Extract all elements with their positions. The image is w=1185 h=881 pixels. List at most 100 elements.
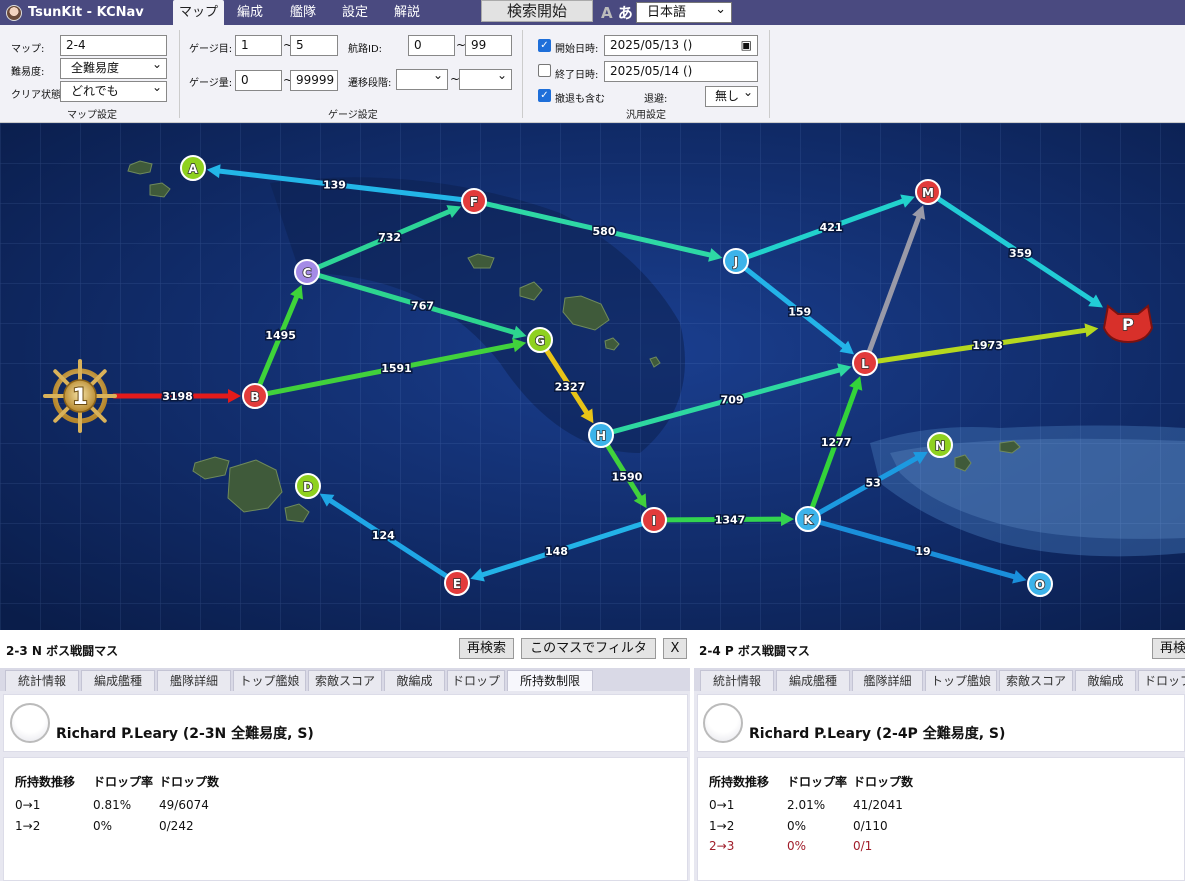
start-date-input[interactable]: 2025/05/13 () ▣ [604, 35, 758, 56]
map-node-G[interactable]: G [527, 327, 553, 353]
tab-top-ships[interactable]: トップ艦娘 [233, 670, 306, 691]
tab-stats[interactable]: 統計情報 [700, 670, 774, 691]
tab-los-score[interactable]: 索敵スコア [308, 670, 382, 691]
tab-drops[interactable]: ドロップ [447, 670, 505, 691]
difficulty-select[interactable]: 全難易度 [60, 55, 167, 79]
tab-fleet[interactable]: 艦隊 [276, 0, 330, 25]
tab-fleet-composition[interactable]: 編成 [224, 0, 276, 25]
map-node-J[interactable]: J [723, 248, 749, 274]
route-count-label: 1495 [265, 329, 296, 342]
tab-map[interactable]: マップ [173, 0, 224, 25]
table-cell: 2.01% [787, 798, 826, 812]
node-label: M [922, 186, 934, 200]
map-node-K[interactable]: K [795, 506, 821, 532]
tab-enemy-fleet[interactable]: 敵編成 [1075, 670, 1136, 691]
transition-stage-max-select[interactable] [459, 66, 512, 90]
research-button-left[interactable]: 再検索 [459, 638, 514, 659]
gauge-number-max-input[interactable]: 5 [290, 35, 338, 56]
transition-stage-min-select[interactable] [396, 66, 448, 90]
tab-ownership-limit[interactable]: 所持数制限 [507, 670, 593, 691]
map-node-1[interactable]: 1 [43, 359, 117, 433]
font-toggle[interactable]: A あ [601, 2, 633, 23]
difficulty-label: 難易度: [11, 67, 45, 78]
col-header: ドロップ率 [787, 775, 848, 789]
start-date-label: 開始日時: [555, 44, 599, 55]
map-node-A[interactable]: A [180, 155, 206, 181]
tab-fleet-details[interactable]: 艦隊詳細 [852, 670, 923, 691]
panel-title-right: 2-4 P ボス戦闘マス [699, 644, 810, 658]
end-date-label: 終了日時: [555, 70, 599, 81]
clear-state-select[interactable]: どれでも [60, 78, 167, 102]
table-cell: 0% [787, 819, 807, 833]
route-count-label: 1347 [715, 514, 746, 527]
map-label: マップ: [11, 44, 45, 55]
node-label: J [733, 255, 738, 269]
search-start-button[interactable]: 検索開始 [481, 0, 593, 22]
route-id-min-input[interactable]: 0 [408, 35, 455, 56]
node-label: I [652, 514, 656, 528]
calendar-icon[interactable]: ▣ [741, 36, 752, 55]
map-node-B[interactable]: B [242, 383, 268, 409]
language-select[interactable]: 日本語 [636, 0, 732, 23]
map-node-C[interactable]: C [294, 259, 320, 285]
table-cell: 0/1 [853, 839, 873, 853]
tab-explanation[interactable]: 解説 [380, 0, 434, 25]
tab-fleet-details[interactable]: 艦隊詳細 [157, 670, 231, 691]
retreat-checkbox[interactable]: ✓ [538, 89, 551, 102]
tab-top-ships[interactable]: トップ艦娘 [925, 670, 997, 691]
route-id-max-input[interactable]: 99 [465, 35, 512, 56]
close-panel-left-button[interactable]: X [663, 638, 687, 659]
panel-title-left: 2-3 N ボス戦闘マス [6, 644, 119, 658]
map-node-D[interactable]: D [295, 473, 321, 499]
node-label: B [250, 390, 259, 404]
node-label: N [935, 439, 945, 453]
tab-fleet-types[interactable]: 編成艦種 [81, 670, 155, 691]
font-toggle-kana: あ [617, 4, 633, 22]
route-count-label: 124 [372, 529, 395, 542]
start-date-checkbox[interactable]: ✓ [538, 39, 551, 52]
map-input[interactable]: 2-4 [60, 35, 167, 56]
gauge-amount-min-input[interactable]: 0 [235, 70, 282, 91]
map-node-F[interactable]: F [461, 188, 487, 214]
ship-avatar [703, 703, 743, 743]
tab-settings[interactable]: 設定 [330, 0, 380, 25]
gauge-number-min-input[interactable]: 1 [235, 35, 282, 56]
col-header: ドロップ率 [93, 775, 154, 789]
end-date-input[interactable]: 2025/05/14 () [604, 61, 758, 82]
table-cell: 0→1 [709, 798, 735, 812]
map-node-E[interactable]: E [444, 570, 470, 596]
map-node-N[interactable]: N [927, 432, 953, 458]
start-date-value: 2025/05/13 () [610, 38, 693, 52]
route-count-label: 1973 [972, 339, 1003, 352]
map-node-H[interactable]: H [588, 422, 614, 448]
node-label: H [596, 429, 606, 443]
research-button-right[interactable]: 再検索 [1152, 638, 1185, 659]
route-count-label: 53 [865, 476, 880, 489]
route-count-label: 767 [411, 300, 434, 313]
map-node-I[interactable]: I [641, 507, 667, 533]
tab-enemy-fleet[interactable]: 敵編成 [384, 670, 445, 691]
node-label: F [470, 195, 478, 209]
gauge-amount-max-input[interactable]: 99999 [290, 70, 338, 91]
col-header: ドロップ数 [159, 775, 220, 789]
tab-drops[interactable]: ドロップ [1138, 670, 1185, 691]
end-date-checkbox[interactable] [538, 64, 551, 77]
panel-header-right: 2-4 P ボス戦闘マス [694, 630, 1185, 668]
general-settings-section: 汎用設定 [626, 110, 666, 121]
map-node-O[interactable]: O [1027, 571, 1053, 597]
table-cell: 41/2041 [853, 798, 903, 812]
ship-name-right: Richard P.Leary (2-4P 全難易度, S) [749, 726, 1006, 742]
sea-map: 3198 1495 1591 732 767 139 580 2327 1590 709 1347 1… [0, 123, 1185, 630]
ship-name-left: Richard P.Leary (2-3N 全難易度, S) [56, 726, 314, 742]
node-label: D [303, 480, 313, 494]
tab-los-score[interactable]: 索敵スコア [999, 670, 1073, 691]
app-title: TsunKit - KCNav [6, 0, 144, 25]
evade-select[interactable]: 無し [705, 83, 758, 107]
node-label: P [1122, 315, 1134, 334]
tab-fleet-types[interactable]: 編成艦種 [776, 670, 850, 691]
tab-stats[interactable]: 統計情報 [5, 670, 79, 691]
table-cell: 0% [787, 839, 807, 853]
map-node-L[interactable]: L [852, 350, 878, 376]
map-node-M[interactable]: M [915, 179, 941, 205]
filter-by-node-button-left[interactable]: このマスでフィルタ [521, 638, 656, 659]
